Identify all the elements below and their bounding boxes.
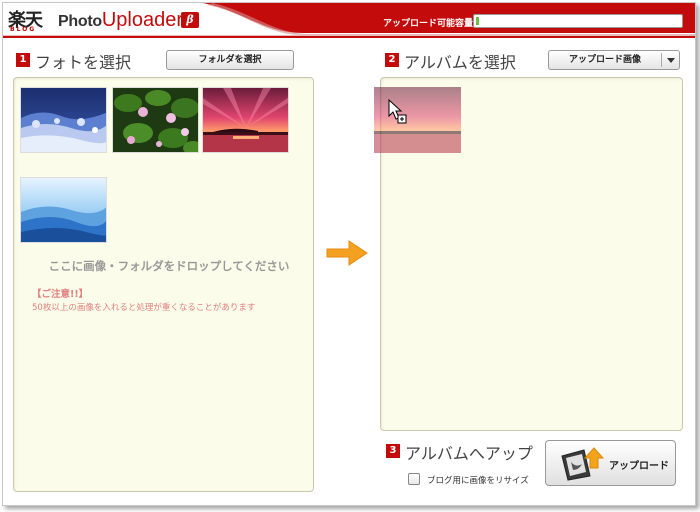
beta-badge: β [181,12,199,28]
step-3-badge: 3 [386,444,400,458]
caution-title: 【ご注意!!】 [32,289,89,300]
upload-icon [561,447,604,481]
photo-snowy-trees[interactable] [20,87,107,153]
album-select-label: アップロード画像 [568,55,641,65]
header: 楽天 BLOG PhotoUploader β アップロード可能容量 [3,3,695,39]
app-title: PhotoUploader [58,9,183,31]
photo-water-lilies[interactable] [112,87,199,153]
select-divider [661,53,662,67]
step-1-badge: 1 [16,53,30,67]
upload-to-album-title: アルバムへアップ [405,444,533,463]
resize-label: ブログ用に画像をリサイズ [427,476,529,486]
select-album-title: アルバムを選択 [404,53,516,72]
upload-button-label: アップロード [609,461,669,472]
arrow-right-icon [326,240,368,266]
album-drop-area[interactable] [374,77,683,431]
upload-button[interactable]: アップロード [545,440,676,486]
select-photos-title: フォトを選択 [35,53,132,72]
capacity-bar [473,14,683,28]
capacity-label: アップロード可能容量 [383,19,474,29]
chevron-down-icon [667,58,675,63]
photo-uploader-window: 楽天 BLOG PhotoUploader β アップロード可能容量 1 フォト… [2,2,696,506]
caution-text: 50枚以上の画像を入れると処理が重くなることがあります [32,303,256,313]
rakuten-logo: 楽天 BLOG [8,10,43,33]
step-2-badge: 2 [385,53,399,67]
capacity-fill [476,17,479,25]
drop-hint: ここに画像・フォルダをドロップしてください [48,259,290,273]
album-select[interactable]: アップロード画像 [548,50,680,70]
select-folder-button[interactable]: フォルダを選択 [166,50,294,70]
photo-sunset[interactable] [202,87,289,153]
photo-drop-area[interactable]: ここに画像・フォルダをドロップしてください 【ご注意!!】 50枚以上の画像を入… [13,77,314,492]
resize-checkbox[interactable] [408,473,420,485]
drag-cursor-icon [388,99,407,124]
photo-blue-hills[interactable] [20,177,107,243]
